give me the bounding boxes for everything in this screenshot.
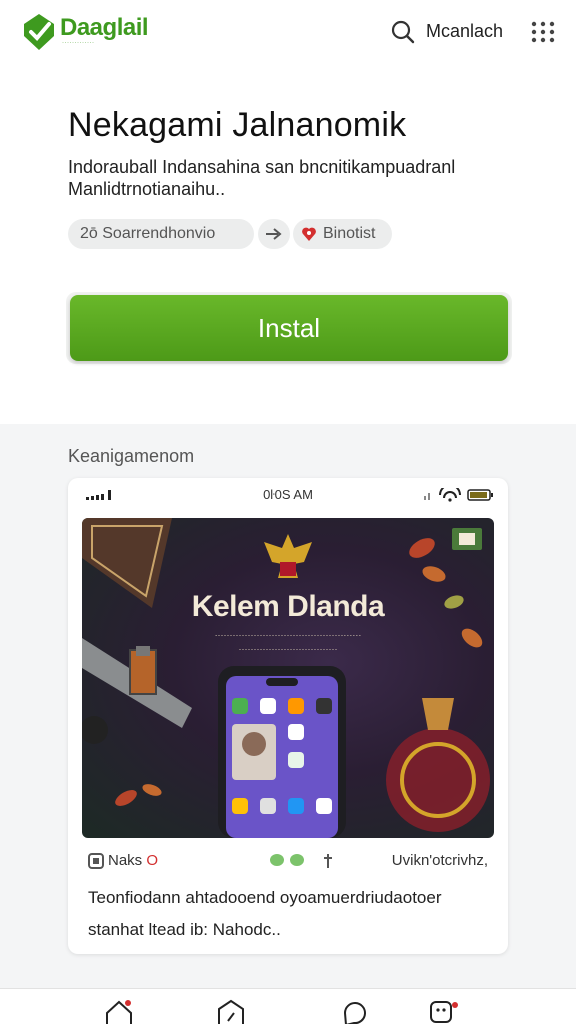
- brand-tagline: ·············: [62, 40, 95, 46]
- phone-status-bar: 0ŀ0S AM: [68, 478, 508, 512]
- banner-title: Kelem Dlanda: [191, 590, 385, 623]
- brand-name: Daaglail: [60, 14, 149, 41]
- card-meta-right: Uvikn'otcrivhz,: [391, 852, 488, 869]
- banner-subtitle: ········································…: [214, 630, 362, 640]
- share-arrow-icon: [266, 228, 282, 240]
- search-label[interactable]: Mcanlach: [426, 21, 503, 42]
- install-button[interactable]: Instal: [70, 295, 508, 361]
- card-author: Naks O: [88, 852, 158, 869]
- rating-chip[interactable]: 2ō Soarrendhonvio: [68, 219, 254, 249]
- share-chip[interactable]: [258, 219, 290, 249]
- banner-subtitle-2: ·································: [238, 644, 338, 654]
- card-description: Teonfiodann ahtadooend oyoamuerdriudaoto…: [88, 888, 442, 939]
- pin-icon: [324, 854, 332, 868]
- home-icon[interactable]: [104, 999, 134, 1024]
- battery-wifi-icon: [424, 488, 493, 502]
- banner-artwork: [82, 518, 490, 838]
- apps-icon[interactable]: [216, 999, 246, 1024]
- app-header-section: Nekagami Jalnanomik Indorauball Indansah…: [0, 64, 576, 424]
- screenshot-card[interactable]: 0ŀ0S AM Kelem Dlanda ···················…: [68, 478, 508, 954]
- screenshots-section-title: Keanigamenom: [68, 446, 195, 466]
- install-button-wrapper: Instal: [66, 292, 512, 364]
- card-meta-row: Naks O Uvikn'otcrivhz,: [88, 850, 488, 876]
- app-description: Indorauball Indansahina san bncnitikampu…: [68, 157, 456, 199]
- category-chip-label: Binotist: [323, 225, 376, 242]
- category-chip[interactable]: Binotist: [293, 219, 392, 249]
- card-author-badge: O: [146, 852, 159, 869]
- profile-icon[interactable]: [428, 999, 458, 1024]
- heart-pin-icon: [302, 227, 316, 241]
- logo-icon[interactable]: [22, 10, 56, 52]
- chat-icon[interactable]: [340, 999, 370, 1024]
- top-app-bar: Daaglail ············· Mcanlach: [0, 0, 576, 64]
- card-author-name: Naks: [108, 852, 143, 869]
- grid-menu-icon[interactable]: [530, 20, 556, 44]
- app-screenshot-banner[interactable]: Kelem Dlanda ···························…: [82, 518, 494, 838]
- chat-bubbles-icon[interactable]: [268, 852, 308, 870]
- search-icon[interactable]: [390, 19, 416, 45]
- bottom-navigation: [0, 988, 576, 1024]
- app-title: Nekagami Jalnanomik: [68, 106, 407, 144]
